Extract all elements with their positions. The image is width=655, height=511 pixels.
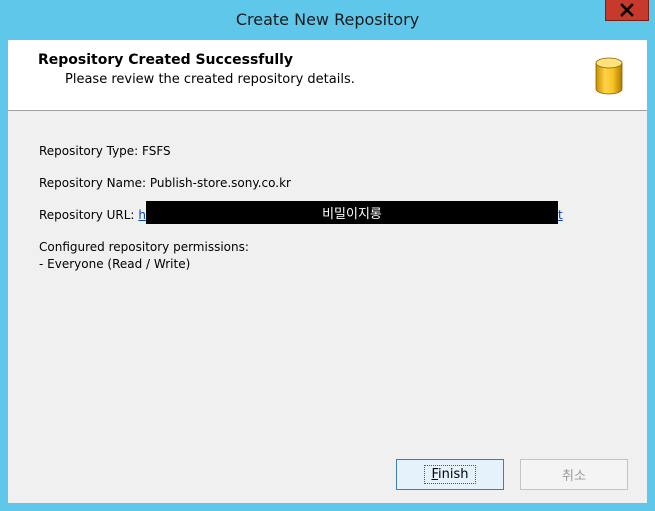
- repository-url-link-end[interactable]: t: [558, 208, 563, 222]
- repository-name: Repository Name: Publish-store.sony.co.k…: [39, 176, 291, 190]
- title-bar[interactable]: Create New Repository: [0, 0, 655, 40]
- finish-label-rest: inish: [438, 467, 469, 482]
- finish-button[interactable]: Finish: [396, 459, 504, 490]
- dialog-window: Create New Repository Repository Created…: [0, 0, 655, 511]
- close-button[interactable]: [605, 0, 649, 21]
- repository-url-link[interactable]: h: [138, 208, 146, 222]
- header-title: Repository Created Successfully: [38, 52, 294, 68]
- repository-type: Repository Type: FSFS: [39, 144, 171, 158]
- repository-url-label: Repository URL:: [39, 208, 135, 222]
- url-redaction-box: 비밀이지롱: [146, 201, 558, 224]
- database-icon: [595, 57, 623, 95]
- wizard-header: Repository Created Successfully Please r…: [8, 40, 647, 111]
- repository-url-row: Repository URL: h: [39, 208, 146, 222]
- cancel-button[interactable]: 취소: [520, 459, 628, 490]
- header-subtitle: Please review the created repository det…: [65, 72, 355, 87]
- close-icon: [620, 3, 634, 17]
- dialog-body: Repository Created Successfully Please r…: [8, 40, 647, 503]
- window-title: Create New Repository: [235, 10, 420, 29]
- permissions-value: - Everyone (Read / Write): [39, 257, 191, 271]
- finish-button-label: Finish: [424, 465, 476, 484]
- permissions-heading: Configured repository permissions:: [39, 240, 249, 254]
